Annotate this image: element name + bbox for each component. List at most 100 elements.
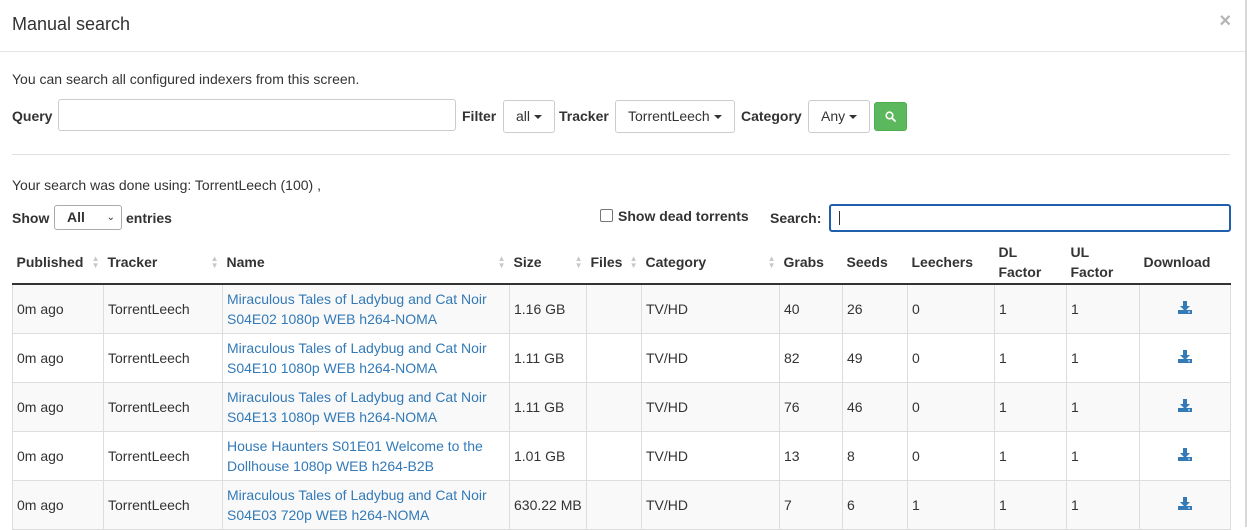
column-header-label: Category [645, 253, 707, 270]
text-cursor [839, 211, 840, 225]
caret-down-icon [534, 115, 543, 120]
category-label: Category [741, 108, 802, 124]
sort-icon: ▲ ▼ [210, 253, 219, 270]
cell-files [586, 333, 642, 383]
cell-seeds: 49 [842, 333, 908, 383]
cell-dl-factor: 1 [994, 333, 1067, 383]
cell-category: TV/HD [641, 431, 780, 481]
cell-tracker: TorrentLeech [103, 382, 223, 432]
cell-dl-factor: 1 [994, 284, 1067, 334]
modal-title: Manual search [12, 14, 131, 34]
column-header-files[interactable]: Files ▲ ▼ [586, 240, 642, 285]
category-dropdown[interactable]: Any [808, 100, 871, 133]
cell-download [1139, 431, 1231, 481]
cell-leechers: 0 [907, 431, 995, 481]
download-icon[interactable] [1178, 399, 1192, 412]
cell-leechers: 0 [907, 382, 995, 432]
cell-name: Miraculous Tales of Ladybug and Cat Noir… [222, 333, 510, 383]
cell-tracker: TorrentLeech [103, 431, 223, 481]
table-search-input[interactable] [829, 204, 1231, 232]
sort-icon: ▲ ▼ [767, 253, 776, 270]
entries-select[interactable]: All ⌄ [54, 205, 122, 230]
column-header-label: Name [226, 253, 265, 270]
tracker-dropdown[interactable]: TorrentLeech [615, 100, 735, 133]
column-header-tracker[interactable]: Tracker ▲ ▼ [103, 240, 223, 285]
tracker-value: TorrentLeech [628, 108, 710, 124]
cell-category: TV/HD [641, 333, 780, 383]
column-header-label: DL Factor [998, 243, 1042, 280]
cell-category: TV/HD [641, 284, 780, 334]
cell-tracker: TorrentLeech [103, 284, 223, 334]
cell-grabs: 7 [779, 480, 843, 530]
release-link[interactable]: House Haunters S01E01 Welcome to the Dol… [227, 438, 483, 474]
cell-published: 0m ago [12, 431, 104, 481]
cell-grabs: 13 [779, 431, 843, 481]
download-icon[interactable] [1178, 350, 1192, 363]
cell-published: 0m ago [12, 284, 104, 334]
cell-category: TV/HD [641, 382, 780, 432]
cell-ul-factor: 1 [1066, 382, 1140, 432]
download-icon[interactable] [1178, 448, 1192, 461]
cell-files [586, 480, 642, 530]
column-header-category[interactable]: Category ▲ ▼ [641, 240, 780, 285]
search-button[interactable] [874, 102, 907, 131]
cell-published: 0m ago [12, 333, 104, 383]
cell-seeds: 46 [842, 382, 908, 432]
search-icon [885, 111, 896, 122]
show-dead-torrents[interactable]: Show dead torrents [600, 208, 749, 224]
cell-download [1139, 382, 1231, 432]
cell-download [1139, 480, 1231, 530]
download-icon[interactable] [1178, 497, 1192, 510]
close-icon[interactable]: × [1219, 10, 1231, 33]
download-icon[interactable] [1178, 301, 1192, 314]
cell-grabs: 82 [779, 333, 843, 383]
cell-files [586, 382, 642, 432]
cell-download [1139, 333, 1231, 383]
cell-category: TV/HD [641, 480, 780, 530]
column-header-label: Tracker [107, 253, 158, 270]
cell-leechers: 0 [907, 333, 995, 383]
filter-label: Filter [462, 108, 497, 124]
cell-name: Miraculous Tales of Ladybug and Cat Noir… [222, 284, 510, 334]
intro-text: You can search all configured indexers f… [12, 71, 360, 87]
release-link[interactable]: Miraculous Tales of Ladybug and Cat Noir… [227, 389, 487, 425]
cell-leechers: 0 [907, 284, 995, 334]
column-header-dl-factor[interactable]: DL Factor [994, 240, 1067, 285]
release-link[interactable]: Miraculous Tales of Ladybug and Cat Noir… [227, 291, 487, 327]
query-input[interactable] [58, 99, 456, 131]
column-header-name[interactable]: Name ▲ ▼ [222, 240, 510, 285]
cell-download [1139, 284, 1231, 334]
column-header-grabs[interactable]: Grabs [779, 240, 843, 285]
table-row: 0m ago TorrentLeech Miraculous Tales of … [12, 382, 1231, 432]
results-table: Published ▲ ▼ Tracker ▲ ▼ Name ▲ ▼ Size ▲ ▼ File… [12, 240, 1231, 530]
column-header-ul-factor[interactable]: UL Factor [1066, 240, 1140, 285]
filter-dropdown[interactable]: all [503, 100, 556, 133]
dead-torrents-checkbox[interactable] [600, 209, 613, 222]
cell-size: 1.11 GB [509, 333, 587, 383]
column-header-leechers[interactable]: Leechers [907, 240, 995, 285]
column-header-label: Download [1143, 253, 1211, 270]
sort-icon: ▲ ▼ [497, 253, 506, 270]
release-link[interactable]: Miraculous Tales of Ladybug and Cat Noir… [227, 340, 487, 376]
column-header-size[interactable]: Size ▲ ▼ [509, 240, 587, 285]
cell-files [586, 284, 642, 334]
cell-name: House Haunters S01E01 Welcome to the Dol… [222, 431, 510, 481]
query-label: Query [12, 108, 53, 124]
cell-ul-factor: 1 [1066, 284, 1140, 334]
cell-published: 0m ago [12, 480, 104, 530]
cell-published: 0m ago [12, 382, 104, 432]
cell-dl-factor: 1 [994, 431, 1067, 481]
cell-size: 1.11 GB [509, 382, 587, 432]
table-row: 0m ago TorrentLeech Miraculous Tales of … [12, 333, 1231, 383]
cell-dl-factor: 1 [994, 480, 1067, 530]
cell-ul-factor: 1 [1066, 480, 1140, 530]
table-header-row: Published ▲ ▼ Tracker ▲ ▼ Name ▲ ▼ Size ▲ ▼ File… [12, 240, 1231, 285]
entries-selected: All [67, 209, 85, 225]
column-header-download[interactable]: Download [1139, 240, 1231, 285]
column-header-published[interactable]: Published ▲ ▼ [12, 240, 104, 285]
column-header-label: Published [16, 253, 84, 270]
column-header-seeds[interactable]: Seeds [842, 240, 908, 285]
cell-grabs: 40 [779, 284, 843, 334]
release-link[interactable]: Miraculous Tales of Ladybug and Cat Noir… [227, 487, 487, 523]
chevron-down-icon: ⌄ [106, 212, 115, 223]
